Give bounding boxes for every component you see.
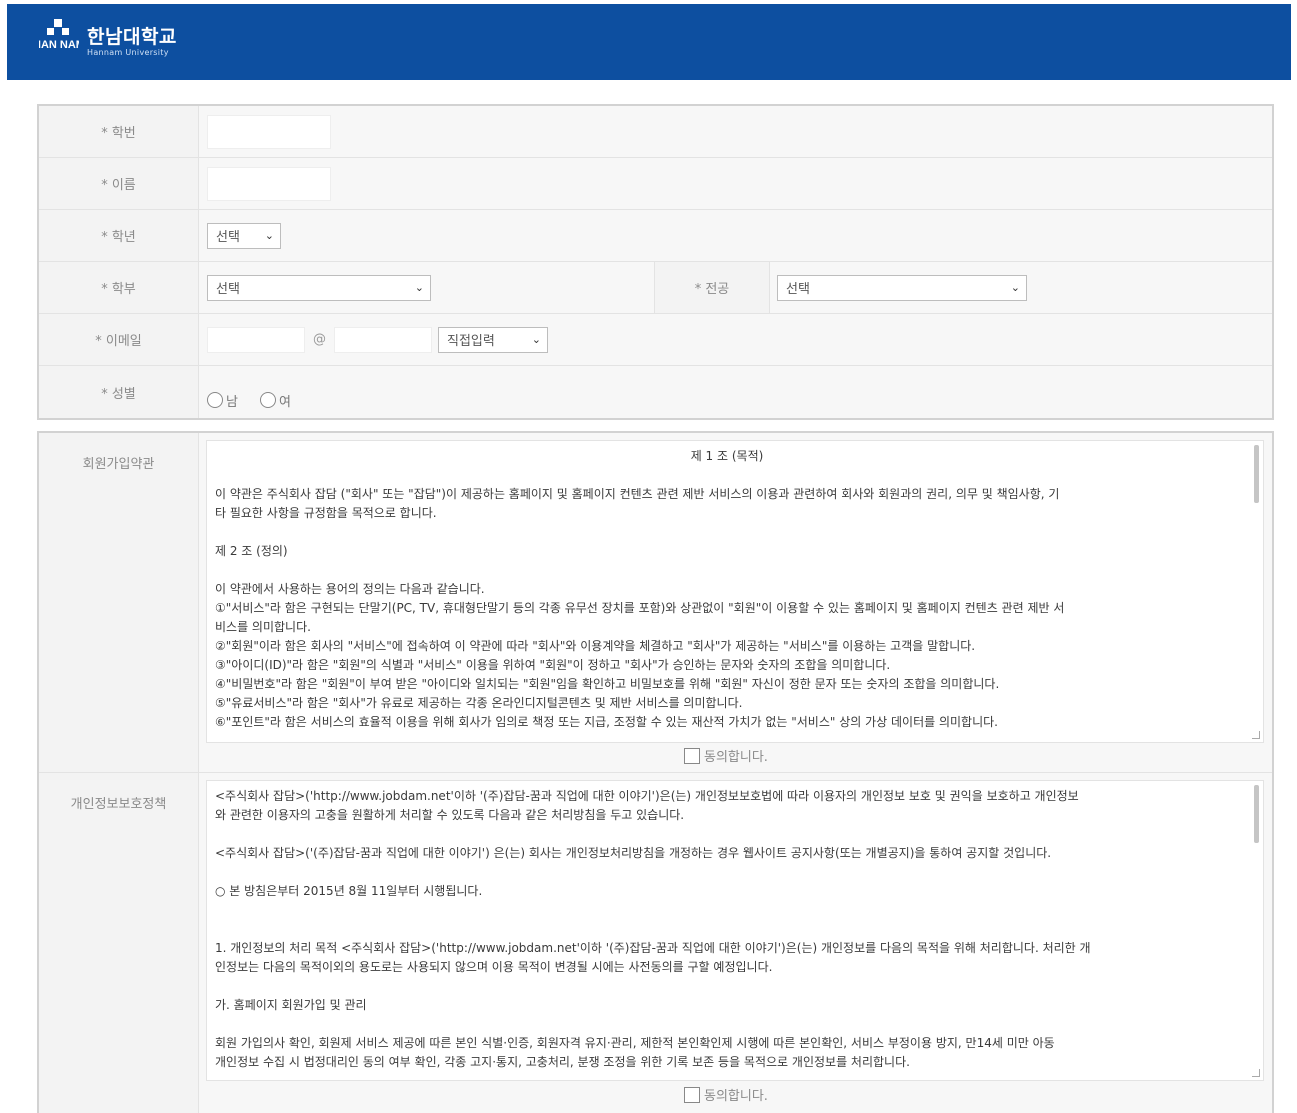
privacy-line: ○ 본 방침은부터 2015년 8월 11일부터 시행됩니다. xyxy=(215,884,483,898)
major-select-value: 선택 xyxy=(786,282,810,297)
email-domain-select[interactable]: 직접입력 ⌄ xyxy=(438,326,548,353)
privacy-row: 개인정보보호정책 <주식회사 잡담>('http://www.jobdam.ne… xyxy=(39,773,1272,1113)
gender-radio-male[interactable]: 남 xyxy=(207,391,238,410)
student-id-label: * 학번 xyxy=(39,106,199,157)
email-row: * 이메일 @ 직접입력 ⌄ xyxy=(39,314,1272,366)
gender-label: * 성별 xyxy=(39,366,199,418)
terms-line: ②"회원"이라 함은 회사의 "서비스"에 접속하여 이 약관에 따라 "회사"… xyxy=(215,639,976,653)
name-row: * 이름 xyxy=(39,158,1272,210)
checkbox-icon xyxy=(684,1086,700,1103)
terms-textarea[interactable]: 제 1 조 (목적) 이 약관은 주식회사 잡담 ("회사" 또는 "잡담")이… xyxy=(206,440,1264,743)
scrollbar-thumb[interactable] xyxy=(1254,785,1259,843)
scrollbar-thumb[interactable] xyxy=(1254,445,1259,503)
terms-label: 회원가입약관 xyxy=(39,433,199,772)
gender-row: * 성별 남 여 xyxy=(39,366,1272,418)
terms-line: ⑥"포인트"라 함은 서비스의 효율적 이용을 위해 회사가 임의로 책정 또는… xyxy=(215,715,998,729)
university-logo[interactable]: HAN NAM 한남대학교 Hannam University xyxy=(39,17,177,67)
privacy-line: 1. 개인정보의 처리 목적 <주식회사 잡담>('http://www.job… xyxy=(215,941,1091,955)
faculty-select-value: 선택 xyxy=(216,282,240,297)
radio-circle-icon xyxy=(259,392,276,408)
chevron-down-icon: ⌄ xyxy=(414,281,424,294)
radio-circle-icon xyxy=(207,392,223,408)
major-select[interactable]: 선택 ⌄ xyxy=(777,274,1027,301)
terms-line: ③"아이디(ID)"라 함은 "회원"의 식별과 "서비스" 이용을 위하여 "… xyxy=(215,658,891,672)
gender-radio-female[interactable]: 여 xyxy=(259,391,291,410)
terms-line: ⑤"유료서비스"라 함은 "회사"가 유료로 제공하는 각종 온라인디지털콘텐츠… xyxy=(215,696,743,710)
logo-english-name: Hannam University xyxy=(87,48,169,57)
grade-row: * 학년 선택 ⌄ xyxy=(39,210,1272,262)
gender-option-label: 남 xyxy=(226,394,238,410)
email-local-input[interactable] xyxy=(207,326,305,353)
privacy-label: 개인정보보호정책 xyxy=(39,773,199,1113)
gender-option-label: 여 xyxy=(278,394,291,410)
faculty-label: * 학부 xyxy=(39,262,199,313)
terms-line: 이 약관에서 사용하는 용어의 정의는 다음과 같습니다. xyxy=(215,582,485,596)
faculty-select[interactable]: 선택 ⌄ xyxy=(207,274,431,301)
grade-select[interactable]: 선택 ⌄ xyxy=(207,222,281,249)
site-header: HAN NAM 한남대학교 Hannam University xyxy=(7,4,1291,80)
chevron-down-icon: ⌄ xyxy=(1010,281,1020,294)
logo-mark-icon: HAN NAM xyxy=(39,17,79,67)
privacy-line: <주식회사 잡담>('(주)잡담-꿈과 직업에 대한 이야기') 은(는) 회사… xyxy=(215,846,1052,860)
registration-form: * 학번 * 이름 * 학년 선택 ⌄ * 학부 선택 ⌄ * 전공 선택 ⌄ … xyxy=(37,104,1274,420)
email-label: * 이메일 xyxy=(39,314,199,365)
chevron-down-icon: ⌄ xyxy=(531,333,541,346)
terms-line: 타 필요한 사항을 규정함을 목적으로 합니다. xyxy=(215,506,437,520)
terms-line: 이 약관은 주식회사 잡담 ("회사" 또는 "잡담")이 제공하는 홈페이지 … xyxy=(215,487,1060,501)
terms-line: 제 1 조 (목적) xyxy=(690,449,764,463)
terms-agree-checkbox[interactable]: 동의합니다. xyxy=(684,746,768,765)
grade-label: * 학년 xyxy=(39,210,199,261)
privacy-agree-checkbox[interactable]: 동의합니다. xyxy=(684,1085,768,1104)
terms-agree-label: 동의합니다. xyxy=(704,750,768,765)
terms-line: 제 2 조 (정의) xyxy=(215,544,288,558)
student-id-input[interactable] xyxy=(207,114,331,149)
email-domain-input[interactable] xyxy=(334,326,432,353)
privacy-agree-label: 동의합니다. xyxy=(704,1089,768,1104)
faculty-row: * 학부 선택 ⌄ * 전공 선택 ⌄ xyxy=(39,262,1272,314)
privacy-line: 개인정보 수집 시 법정대리인 동의 여부 확인, 각종 고지·통지, 고충처리… xyxy=(215,1055,910,1069)
email-at-sign: @ xyxy=(313,332,326,347)
privacy-textarea[interactable]: <주식회사 잡담>('http://www.jobdam.net'이하 '(주)… xyxy=(206,780,1264,1081)
logo-mark-text: HAN NAM xyxy=(39,39,79,51)
terms-line: 비스를 의미합니다. xyxy=(215,620,311,634)
email-domain-select-value: 직접입력 xyxy=(447,334,495,349)
terms-line: ④"비밀번호"라 함은 "회원"이 부여 받은 "아이디와 일치되는 "회원"임… xyxy=(215,677,1000,691)
terms-row: 회원가입약관 제 1 조 (목적) 이 약관은 주식회사 잡담 ("회사" 또는… xyxy=(39,433,1272,773)
checkbox-icon xyxy=(684,747,700,764)
name-input[interactable] xyxy=(207,166,331,201)
privacy-line: 인정보는 다음의 목적이외의 용도로는 사용되지 않으며 이용 목적이 변경될 … xyxy=(215,960,773,974)
privacy-line: <주식회사 잡담>('http://www.jobdam.net'이하 '(주)… xyxy=(215,789,1079,803)
name-label: * 이름 xyxy=(39,158,199,209)
resize-handle-icon[interactable] xyxy=(1252,1069,1260,1077)
major-label: * 전공 xyxy=(654,262,770,313)
privacy-line: 와 관련한 이용자의 고충을 원활하게 처리할 수 있도록 다음과 같은 처리방… xyxy=(215,808,685,822)
chevron-down-icon: ⌄ xyxy=(264,229,274,242)
student-id-row: * 학번 xyxy=(39,106,1272,158)
logo-korean-name: 한남대학교 xyxy=(87,26,177,48)
resize-handle-icon[interactable] xyxy=(1252,731,1260,739)
privacy-line: 회원 가입의사 확인, 회원제 서비스 제공에 따른 본인 식별·인증, 회원자… xyxy=(215,1036,1055,1050)
grade-select-value: 선택 xyxy=(216,230,240,245)
privacy-line: 가. 홈페이지 회원가입 및 관리 xyxy=(215,998,367,1012)
agreements-section: 회원가입약관 제 1 조 (목적) 이 약관은 주식회사 잡담 ("회사" 또는… xyxy=(37,431,1274,1113)
terms-line: ①"서비스"라 함은 구현되는 단말기(PC, TV, 휴대형단말기 등의 각종… xyxy=(215,601,1065,615)
